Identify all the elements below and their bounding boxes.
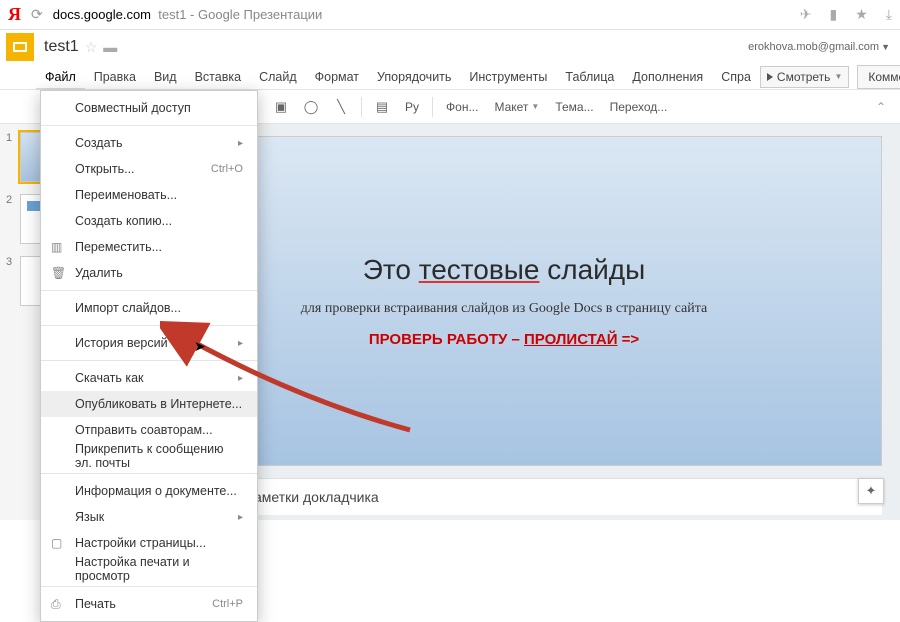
page-icon: ▢: [51, 536, 62, 550]
cursor-icon: ➤: [194, 338, 206, 355]
background-button[interactable]: Фон...: [440, 100, 484, 114]
chevron-down-icon[interactable]: ▼: [881, 42, 890, 52]
menu-print[interactable]: ⎙ПечатьCtrl+P: [41, 591, 257, 617]
star-icon[interactable]: ☆: [85, 39, 98, 56]
slide-action-text: ПРОВЕРЬ РАБОТУ – ПРОЛИСТАЙ =>: [369, 331, 639, 349]
menu-addons[interactable]: Дополнения: [623, 65, 712, 89]
layout-button[interactable]: Макет▼: [488, 100, 545, 114]
menu-format[interactable]: Формат: [306, 65, 368, 89]
image-button[interactable]: ▣: [268, 94, 294, 120]
theme-button[interactable]: Тема...: [549, 100, 599, 114]
extension-icon[interactable]: ▮: [830, 6, 838, 23]
folder-icon[interactable]: ▬: [103, 39, 117, 55]
menu-insert[interactable]: Вставка: [186, 65, 250, 89]
menu-tools[interactable]: Инструменты: [460, 65, 556, 89]
url-display[interactable]: docs.google.com test1 - Google Презентац…: [53, 7, 323, 22]
menu-publish-web[interactable]: Опубликовать в Интернете...: [41, 391, 257, 417]
line-button[interactable]: ╲: [328, 94, 354, 120]
comment-button[interactable]: ▤: [369, 94, 395, 120]
yandex-logo: Я: [8, 4, 21, 25]
slide-title: Это тестовые слайды: [363, 254, 646, 287]
menu-delete[interactable]: 🗑Удалить: [41, 260, 257, 286]
menu-open[interactable]: Открыть...Ctrl+O: [41, 156, 257, 182]
explore-button[interactable]: ✦: [858, 478, 884, 504]
download-icon[interactable]: ⤓: [886, 6, 892, 23]
print-icon: ⎙: [51, 597, 61, 612]
url-host: docs.google.com: [53, 7, 151, 22]
bookmark-icon[interactable]: ★: [855, 6, 868, 23]
menu-page-setup[interactable]: ▢Настройки страницы...: [41, 530, 257, 556]
menu-share[interactable]: Совместный доступ: [41, 95, 257, 121]
menu-arrange[interactable]: Упорядочить: [368, 65, 460, 89]
comments-button[interactable]: Комментарии: [857, 65, 900, 89]
menu-send-collaborators[interactable]: Отправить соавторам...: [41, 417, 257, 443]
folder-icon: ▥: [51, 240, 62, 254]
browser-bar: Я ⟳ docs.google.com test1 - Google Презе…: [0, 0, 900, 30]
url-title: test1 - Google Презентации: [155, 7, 323, 22]
menu-language[interactable]: Язык▸: [41, 504, 257, 530]
trash-icon: 🗑: [51, 266, 66, 280]
slides-logo[interactable]: [6, 33, 34, 61]
menubar: Файл Правка Вид Вставка Слайд Формат Упо…: [0, 64, 900, 90]
menu-view[interactable]: Вид: [145, 65, 186, 89]
file-menu-dropdown: Совместный доступ Создать▸ Открыть...Ctr…: [40, 90, 258, 622]
present-button[interactable]: Смотреть▼: [760, 66, 849, 88]
menu-attach-email[interactable]: Прикрепить к сообщению эл. почты: [41, 443, 257, 469]
transition-button[interactable]: Переход...: [604, 100, 674, 114]
menu-move[interactable]: ▥Переместить...: [41, 234, 257, 260]
doc-title[interactable]: test1: [44, 38, 79, 56]
collapse-toolbar-icon[interactable]: ⌃: [876, 100, 886, 114]
menu-print-setup[interactable]: Настройка печати и просмотр: [41, 556, 257, 582]
menu-rename[interactable]: Переименовать...: [41, 182, 257, 208]
menu-copy[interactable]: Создать копию...: [41, 208, 257, 234]
menu-download[interactable]: Скачать как▸: [41, 365, 257, 391]
slide-subtitle: для проверки встраивания слайдов из Goog…: [301, 301, 707, 317]
send-icon[interactable]: ✈: [800, 6, 812, 23]
menu-import[interactable]: Импорт слайдов...: [41, 295, 257, 321]
menu-help[interactable]: Спра: [712, 65, 760, 89]
menu-table[interactable]: Таблица: [556, 65, 623, 89]
menu-slide[interactable]: Слайд: [250, 65, 306, 89]
menu-create[interactable]: Создать▸: [41, 130, 257, 156]
menu-edit[interactable]: Правка: [85, 65, 145, 89]
menu-file[interactable]: Файл: [36, 65, 85, 89]
menu-history[interactable]: История версий▸: [41, 330, 257, 356]
refresh-icon[interactable]: ⟳: [31, 6, 43, 23]
menu-doc-info[interactable]: Информация о документе...: [41, 478, 257, 504]
play-icon: [767, 73, 773, 81]
shape-button[interactable]: ◯: [298, 94, 324, 120]
user-email[interactable]: erokhova.mob@gmail.com: [748, 41, 879, 53]
lang-indicator[interactable]: Ру: [399, 100, 425, 114]
